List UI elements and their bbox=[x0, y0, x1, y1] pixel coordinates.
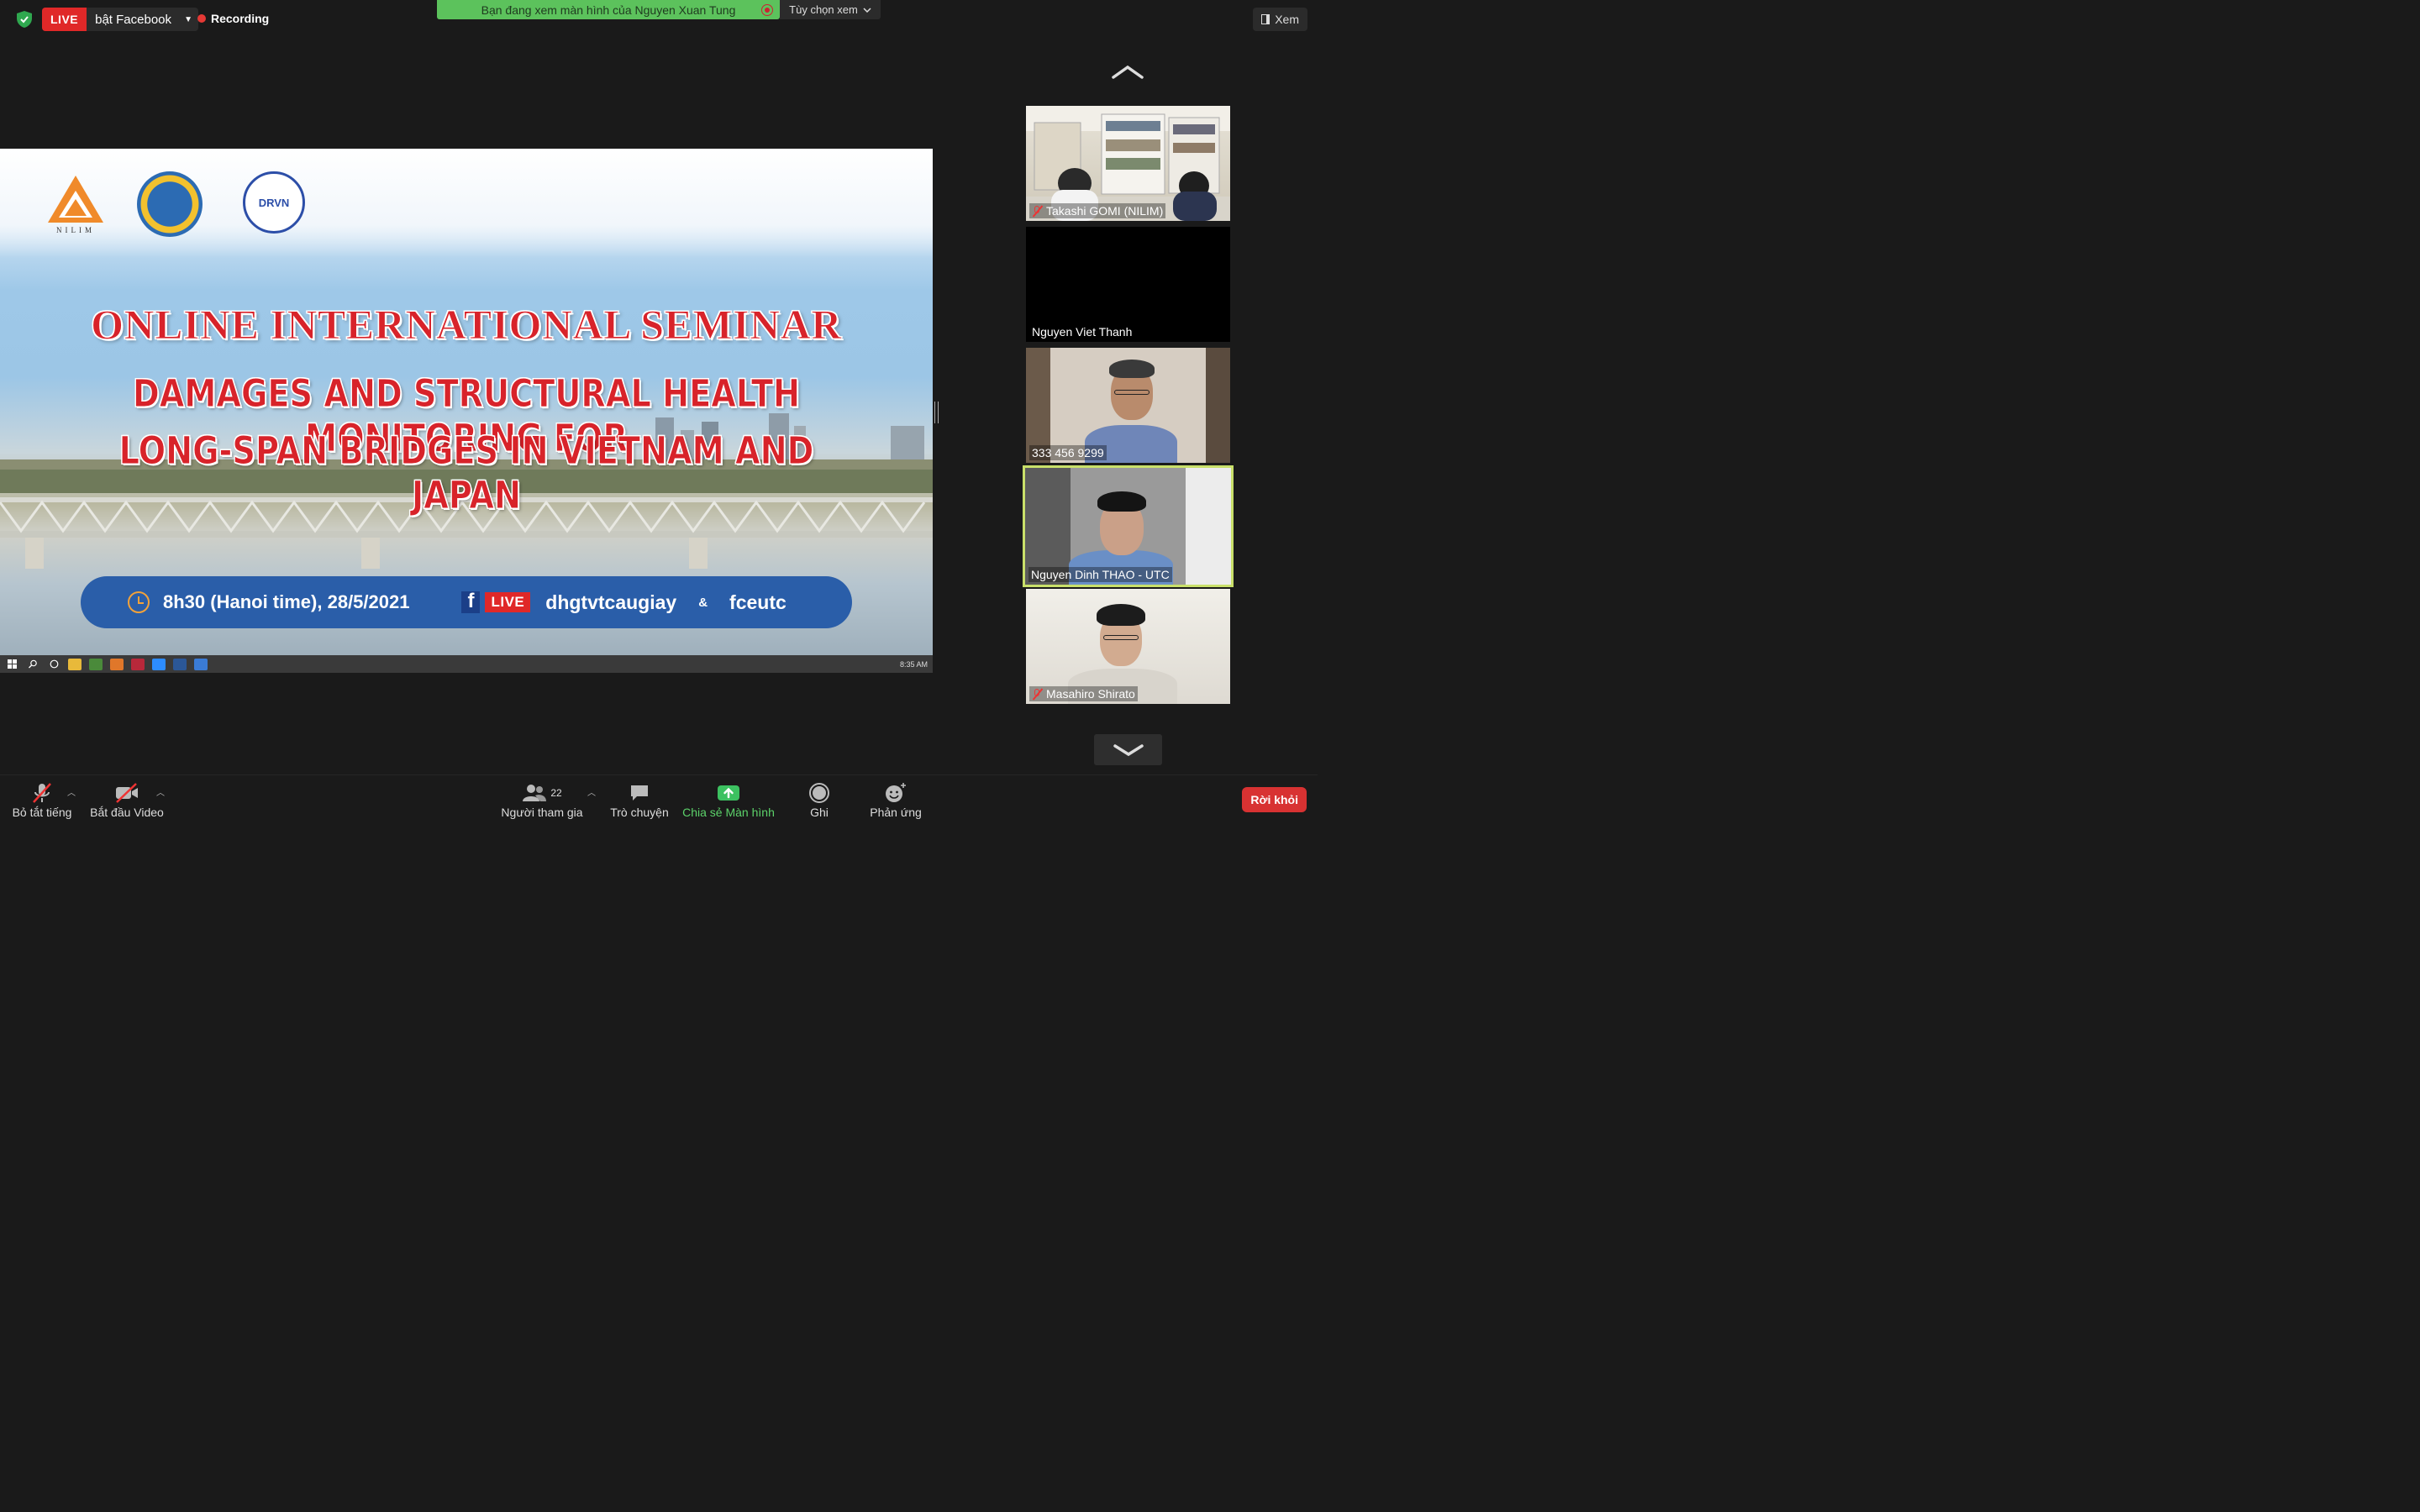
scroll-up-chevron-icon[interactable] bbox=[1111, 60, 1144, 84]
record-button[interactable]: Ghi bbox=[798, 775, 840, 824]
chevron-down-icon bbox=[863, 7, 871, 13]
chat-button[interactable]: Trò chuyện bbox=[607, 775, 672, 824]
live-target-label: bật Facebook bbox=[95, 12, 172, 27]
facebook-live-badge: LIVE bbox=[485, 592, 531, 612]
chrome-icon bbox=[89, 658, 103, 670]
view-options-label: Tùy chọn xem bbox=[789, 3, 858, 16]
muted-microphone-icon bbox=[33, 783, 51, 803]
drvn-logo: DRVN bbox=[243, 171, 305, 234]
unmute-label: Bỏ tắt tiếng bbox=[12, 806, 72, 819]
participants-button[interactable]: 22 Người tham gia bbox=[500, 775, 584, 824]
recording-indicator[interactable]: Recording bbox=[197, 12, 269, 25]
share-screen-label: Chia sẻ Màn hình bbox=[682, 806, 775, 819]
facebook-page-1: dhgtvtcaugiay bbox=[545, 591, 677, 613]
participant-name-label: Nguyen Viet Thanh bbox=[1029, 324, 1135, 339]
seminar-time: 8h30 (Hanoi time), 28/5/2021 bbox=[163, 591, 410, 612]
stop-share-icon[interactable] bbox=[761, 4, 773, 16]
screen-share-banner: Bạn đang xem màn hình của Nguyen Xuan Tu… bbox=[437, 0, 780, 19]
participants-options-caret-icon[interactable]: ︿ bbox=[587, 785, 596, 798]
windows-start-icon bbox=[5, 659, 18, 670]
zoom-app-icon bbox=[152, 658, 166, 670]
facebook-icon: f bbox=[461, 590, 481, 613]
file-explorer-icon bbox=[68, 658, 82, 670]
layout-grid-icon bbox=[1261, 14, 1270, 24]
nilim-logo: NILIM bbox=[48, 176, 103, 234]
live-stream-control[interactable]: LIVE bật Facebook ▼ bbox=[42, 8, 199, 31]
reaction-smiley-icon bbox=[886, 783, 906, 802]
record-icon bbox=[809, 783, 829, 803]
recording-label: Recording bbox=[211, 12, 270, 25]
active-speaker-tile[interactable]: Nguyen Dinh THAO - UTC bbox=[1023, 465, 1234, 587]
participant-tile[interactable]: Takashi GOMI (NILIM) bbox=[1026, 106, 1230, 221]
search-icon bbox=[26, 659, 39, 670]
clock-icon bbox=[128, 591, 150, 613]
participant-name-label: Nguyen Dinh THAO - UTC bbox=[1028, 567, 1172, 582]
security-shield-icon[interactable] bbox=[17, 11, 32, 28]
video-options-caret-icon[interactable]: ︿ bbox=[156, 785, 165, 798]
participant-tile[interactable]: Masahiro Shirato bbox=[1026, 589, 1230, 704]
participant-name: Takashi GOMI (NILIM) bbox=[1046, 204, 1164, 218]
view-layout-button[interactable]: Xem bbox=[1253, 8, 1307, 31]
audio-options-caret-icon[interactable]: ︿ bbox=[67, 785, 76, 798]
screen-share-banner-text: Bạn đang xem màn hình của Nguyen Xuan Tu… bbox=[481, 3, 736, 17]
windows-taskbar: 8:35 AM bbox=[0, 655, 933, 673]
participant-name: Masahiro Shirato bbox=[1046, 687, 1135, 701]
facebook-page-2: fceutc bbox=[729, 591, 786, 613]
chevron-down-icon bbox=[1113, 743, 1144, 756]
muted-mic-icon bbox=[1032, 688, 1043, 700]
participant-name: 333 456 9299 bbox=[1032, 446, 1104, 459]
nilim-logo-text: NILIM bbox=[56, 226, 95, 234]
participant-name: Nguyen Dinh THAO - UTC bbox=[1031, 568, 1170, 581]
participants-icon bbox=[523, 785, 547, 801]
start-video-label: Bắt đầu Video bbox=[90, 806, 164, 819]
seminar-info-bar: 8h30 (Hanoi time), 28/5/2021 f LIVE dhgt… bbox=[81, 576, 852, 628]
slide-title-line-1: ONLINE INTERNATIONAL SEMINAR bbox=[91, 301, 842, 349]
chat-bubble-icon bbox=[631, 785, 648, 801]
view-options-button[interactable]: Tùy chọn xem bbox=[780, 0, 881, 19]
participants-count: 22 bbox=[550, 787, 562, 799]
photos-icon bbox=[194, 658, 208, 670]
unmute-button[interactable]: Bỏ tắt tiếng bbox=[8, 775, 76, 824]
record-label: Ghi bbox=[810, 806, 829, 819]
start-video-button[interactable]: Bắt đầu Video bbox=[88, 775, 166, 824]
app-icon-orange bbox=[110, 658, 124, 670]
participant-name-label: 333 456 9299 bbox=[1029, 445, 1107, 460]
participants-label: Người tham gia bbox=[501, 806, 583, 819]
reactions-button[interactable]: Phản ứng bbox=[865, 775, 926, 824]
meeting-toolbar: Bỏ tắt tiếng ︿ Bắt đầu Video ︿ 22 Người … bbox=[0, 774, 1318, 824]
leave-meeting-button[interactable]: Rời khỏi bbox=[1242, 787, 1307, 812]
participant-name-label: Masahiro Shirato bbox=[1029, 686, 1138, 701]
panel-resize-handle[interactable] bbox=[934, 402, 939, 423]
view-layout-label: Xem bbox=[1275, 13, 1299, 26]
participant-tile[interactable]: 333 456 9299 bbox=[1026, 348, 1230, 463]
video-off-icon bbox=[116, 783, 138, 803]
utc-logo bbox=[137, 171, 203, 237]
participant-tile[interactable]: Nguyen Viet Thanh bbox=[1026, 227, 1230, 342]
word-icon bbox=[173, 658, 187, 670]
share-screen-button[interactable]: Chia sẻ Màn hình bbox=[679, 775, 778, 824]
shared-screen[interactable]: NILIM DRVN ONLINE INTERNATIONAL SEMINAR … bbox=[0, 149, 933, 673]
participant-name: Nguyen Viet Thanh bbox=[1032, 325, 1133, 339]
share-screen-icon bbox=[718, 785, 739, 801]
app-icon-red bbox=[131, 658, 145, 670]
recording-dot-icon bbox=[197, 14, 206, 23]
participant-name-label: Takashi GOMI (NILIM) bbox=[1029, 203, 1166, 218]
reactions-label: Phản ứng bbox=[870, 806, 922, 819]
slide-title-line-3: LONG-SPAN BRIDGES IN VIETNAM AND JAPAN bbox=[118, 428, 814, 518]
seminar-slide: NILIM DRVN ONLINE INTERNATIONAL SEMINAR … bbox=[0, 149, 933, 655]
scroll-down-button[interactable] bbox=[1094, 734, 1162, 765]
taskbar-clock: 8:35 AM bbox=[899, 659, 928, 669]
task-view-icon bbox=[47, 659, 60, 670]
drvn-logo-text: DRVN bbox=[258, 196, 290, 209]
chevron-down-icon[interactable]: ▼ bbox=[178, 8, 198, 31]
ampersand: & bbox=[698, 595, 708, 610]
live-badge: LIVE bbox=[42, 8, 87, 31]
muted-mic-icon bbox=[1032, 205, 1043, 217]
chat-label: Trò chuyện bbox=[610, 806, 669, 819]
